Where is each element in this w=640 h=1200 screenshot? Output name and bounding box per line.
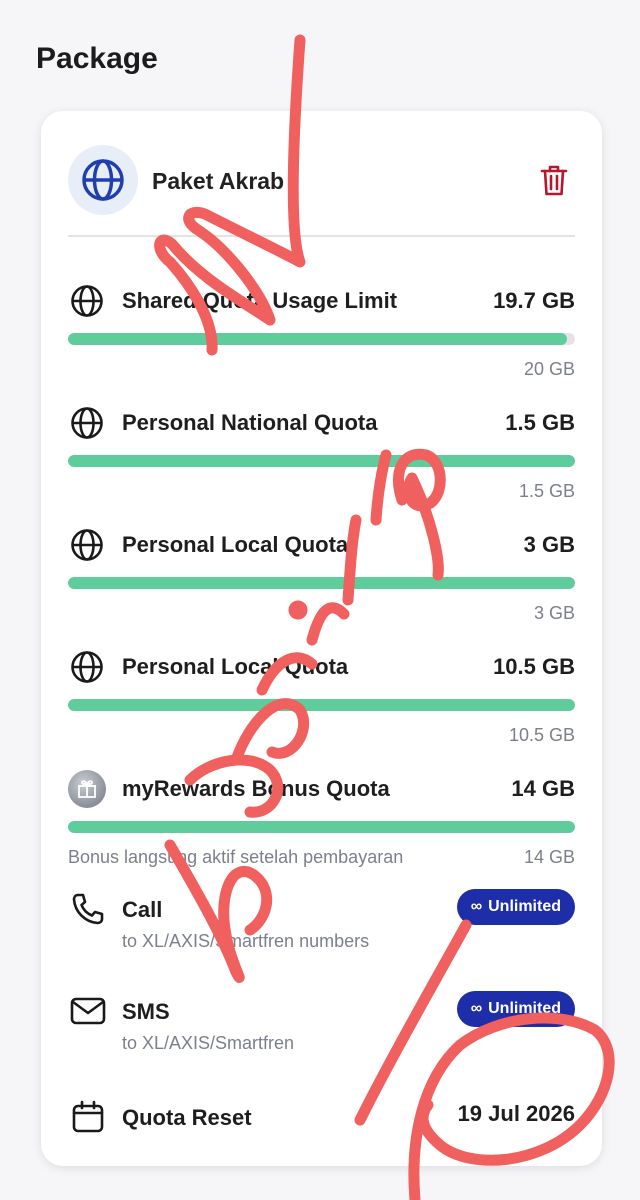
quota-name: Personal Local Quota <box>122 532 349 557</box>
quota-reset: Quota Reset 19 Jul 2026 <box>68 1097 575 1141</box>
trash-icon[interactable] <box>535 161 573 199</box>
service-sms: SMS to XL/AXIS/Smartfren ∞ Unlimited <box>68 991 575 1071</box>
badge-label: Unlimited <box>488 1000 561 1017</box>
unlimited-badge: ∞ Unlimited <box>456 991 575 1027</box>
quota-item: Personal Local Quota 3 GB 3 GB <box>68 526 575 626</box>
quota-item: Personal Local Quota 10.5 GB 10.5 GB <box>68 648 575 748</box>
quota-name: Personal Local Quota <box>122 654 349 679</box>
calendar-icon <box>68 1097 108 1137</box>
badge-label: Unlimited <box>488 898 561 915</box>
quota-note: Bonus langsung aktif setelah pembayaran <box>68 847 404 867</box>
phone-icon <box>68 889 108 929</box>
package-name: Paket Akrab <box>152 168 285 194</box>
quota-progress-bar <box>68 455 575 467</box>
quota-name: myRewards Bonus Quota <box>122 776 390 801</box>
quota-amount: 1.5 GB <box>505 410 575 435</box>
service-call: Call to XL/AXIS/Smartfren numbers ∞ Unli… <box>68 889 575 969</box>
quota-total: 1.5 GB <box>518 481 575 501</box>
quota-progress-bar <box>68 821 575 833</box>
globe-icon <box>68 404 106 442</box>
package-card: Paket Akrab Shared Quota Usage Limit 19.… <box>41 111 602 1166</box>
package-header: Paket Akrab <box>68 145 575 237</box>
quota-name: Personal National Quota <box>122 410 378 435</box>
quota-total: 20 GB <box>523 359 575 379</box>
quota-item: myRewards Bonus Quota 14 GB Bonus langsu… <box>68 770 575 870</box>
quota-amount: 3 GB <box>523 532 575 557</box>
service-name: Call <box>122 897 163 922</box>
page-title: Package <box>36 42 158 75</box>
quota-name: Shared Quota Usage Limit <box>122 288 398 313</box>
quota-amount: 19.7 GB <box>493 288 575 313</box>
mail-icon <box>68 991 108 1031</box>
globe-icon <box>68 648 106 686</box>
unlimited-badge: ∞ Unlimited <box>456 889 575 925</box>
quota-progress-bar <box>68 577 575 589</box>
quota-progress-bar <box>68 699 575 711</box>
infinity-icon: ∞ <box>470 898 483 915</box>
reset-date: 19 Jul 2026 <box>457 1101 575 1126</box>
quota-total: 3 GB <box>533 603 575 623</box>
service-subtitle: to XL/AXIS/Smartfren <box>122 1033 295 1053</box>
quota-progress-bar <box>68 333 575 345</box>
globe-icon <box>68 526 106 564</box>
globe-icon <box>68 145 138 215</box>
quota-amount: 14 GB <box>511 776 575 801</box>
quota-item: Shared Quota Usage Limit 19.7 GB 20 GB <box>68 282 575 382</box>
quota-total: 14 GB <box>523 847 575 867</box>
quota-total: 10.5 GB <box>508 725 575 745</box>
gift-icon <box>68 770 106 808</box>
service-name: SMS <box>122 999 170 1024</box>
infinity-icon: ∞ <box>470 1000 483 1017</box>
globe-icon <box>68 282 106 320</box>
quota-item: Personal National Quota 1.5 GB 1.5 GB <box>68 404 575 504</box>
service-subtitle: to XL/AXIS/Smartfren numbers <box>122 931 370 951</box>
reset-label: Quota Reset <box>122 1105 252 1130</box>
quota-amount: 10.5 GB <box>493 654 575 679</box>
